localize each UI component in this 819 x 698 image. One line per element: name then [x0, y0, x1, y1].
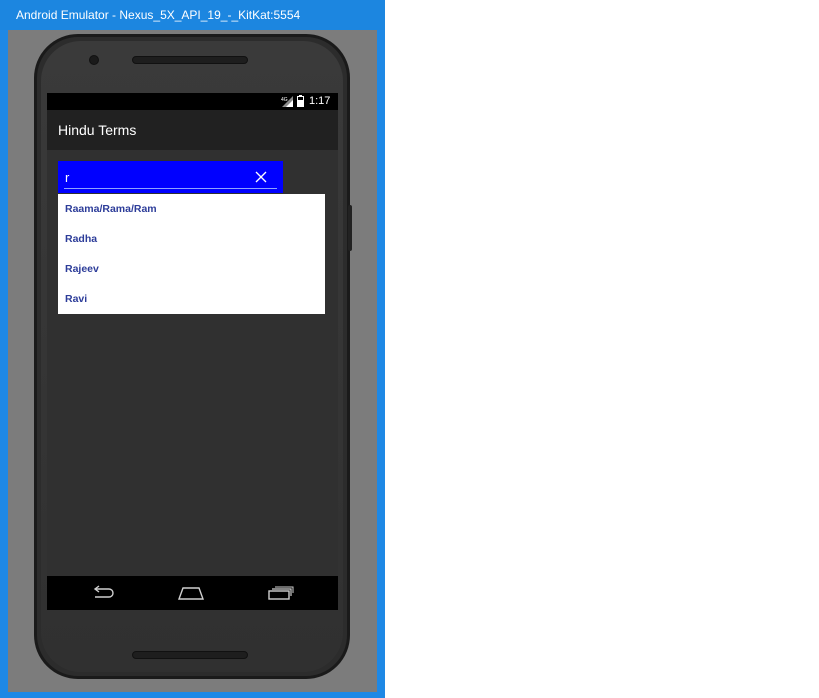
suggestion-item[interactable]: Radha [65, 231, 97, 247]
window-titlebar[interactable]: Android Emulator - Nexus_5X_API_19_-_Kit… [0, 0, 385, 30]
search-box[interactable] [58, 161, 283, 193]
suggestion-item[interactable]: Raama/Rama/Ram [65, 201, 157, 217]
close-icon[interactable] [254, 170, 268, 184]
svg-text:4G: 4G [281, 97, 288, 103]
front-camera [89, 55, 99, 65]
suggestion-item[interactable]: Rajeev [65, 261, 99, 277]
suggestion-dropdown: Raama/Rama/Ram Radha Rajeev Ravi [58, 194, 325, 314]
signal-4g-icon: 4G [281, 96, 293, 107]
action-bar: Hindu Terms [47, 110, 338, 150]
window-title: Android Emulator - Nexus_5X_API_19_-_Kit… [16, 8, 301, 22]
app-title: Hindu Terms [58, 122, 137, 138]
suggestion-item[interactable]: Ravi [65, 291, 87, 307]
navigation-bar [47, 576, 338, 610]
home-icon[interactable] [178, 585, 204, 601]
top-speaker [132, 56, 248, 64]
status-bar: 4G 1:17 [47, 93, 338, 110]
emulator-window: Android Emulator - Nexus_5X_API_19_-_Kit… [0, 0, 385, 698]
bottom-speaker [132, 651, 248, 659]
battery-icon [297, 95, 304, 107]
search-underline [64, 188, 277, 189]
recents-icon[interactable] [268, 585, 294, 601]
emulator-canvas: 4G 1:17 Hindu Terms r Raama/Rama/Ram Rad… [8, 30, 377, 692]
search-input[interactable] [64, 167, 248, 187]
phone-screen: 4G 1:17 Hindu Terms r Raama/Rama/Ram Rad… [47, 93, 338, 610]
power-button[interactable] [348, 205, 352, 251]
status-clock: 1:17 [309, 95, 331, 107]
back-icon[interactable] [90, 585, 116, 601]
